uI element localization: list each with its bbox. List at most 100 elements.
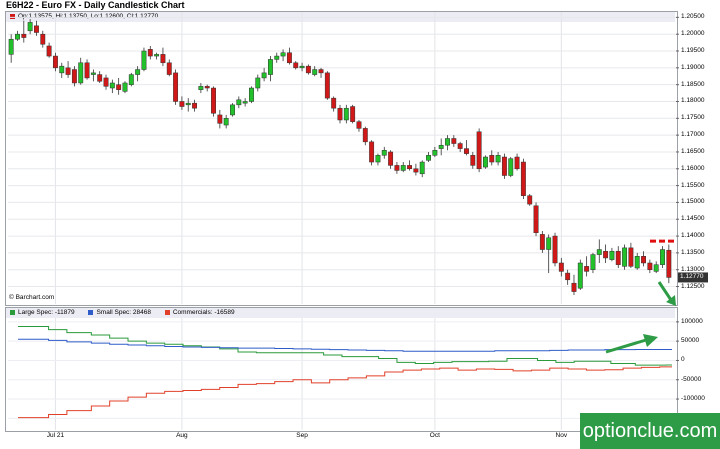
candle-down bbox=[179, 101, 185, 107]
price-tick-label: 1.15000 bbox=[681, 198, 705, 206]
cot-tick-label: 50000 bbox=[681, 337, 700, 345]
candle-up bbox=[400, 165, 406, 171]
candle-down bbox=[533, 205, 539, 233]
candle-down bbox=[147, 49, 153, 57]
x-tick-label: Nov bbox=[555, 432, 568, 439]
candle-up bbox=[8, 38, 14, 55]
cot-tick-label: -100000 bbox=[681, 395, 705, 403]
x-tick-label: Jul 21 bbox=[46, 432, 65, 439]
candle-up bbox=[267, 59, 273, 75]
candle-down bbox=[166, 62, 172, 75]
price-tick-label: 1.13000 bbox=[681, 265, 705, 273]
candle-up bbox=[230, 104, 235, 116]
price-tick-label: 1.12500 bbox=[681, 282, 705, 290]
candle-up bbox=[445, 138, 450, 146]
candle-up bbox=[312, 69, 318, 75]
chart-canvas bbox=[8, 12, 708, 430]
candle-up bbox=[249, 87, 254, 102]
price-tick-label: 1.13500 bbox=[681, 248, 705, 256]
price-tick-label: 1.20000 bbox=[681, 30, 705, 38]
price-tick-label: 1.18000 bbox=[681, 97, 705, 105]
candle-up bbox=[280, 52, 286, 57]
candle-down bbox=[539, 234, 545, 250]
candle-down bbox=[571, 282, 577, 292]
candle-down bbox=[464, 148, 469, 154]
candle-down bbox=[641, 256, 646, 264]
cot-series-large-spec bbox=[18, 325, 672, 366]
candle-up bbox=[590, 254, 596, 270]
candle-up bbox=[135, 69, 141, 75]
candle-down bbox=[52, 55, 58, 69]
candle-down bbox=[331, 97, 337, 109]
candle-up bbox=[546, 237, 552, 250]
candle-up bbox=[343, 107, 349, 121]
candle-up bbox=[78, 62, 84, 84]
candle-up bbox=[577, 262, 583, 289]
candle-down bbox=[217, 114, 223, 124]
candle-up bbox=[482, 156, 488, 168]
candle-down bbox=[603, 250, 609, 259]
price-tick-label: 1.18500 bbox=[681, 80, 705, 88]
candle-up bbox=[15, 33, 20, 40]
candle-down bbox=[173, 72, 179, 102]
candle-down bbox=[394, 165, 400, 171]
candle-down bbox=[628, 247, 634, 267]
cot-tick-label: 0 bbox=[681, 356, 685, 364]
price-tick-label: 1.17500 bbox=[681, 114, 705, 122]
up-arrow-head bbox=[643, 334, 658, 347]
candle-down bbox=[520, 161, 526, 196]
x-tick-label: Aug bbox=[176, 432, 188, 439]
candle-up bbox=[653, 264, 659, 272]
candle-up bbox=[154, 54, 160, 57]
candle-down bbox=[305, 65, 311, 74]
candle-down bbox=[470, 155, 476, 166]
candle-down bbox=[97, 74, 103, 82]
candle-down bbox=[192, 102, 198, 109]
candle-up bbox=[122, 82, 128, 92]
candle-down bbox=[116, 84, 122, 90]
candle-down bbox=[350, 106, 356, 122]
candle-down bbox=[527, 195, 533, 205]
candle-down bbox=[413, 168, 419, 173]
price-tick-label: 1.16500 bbox=[681, 147, 705, 155]
candle-down bbox=[46, 45, 52, 57]
x-tick-label: Oct bbox=[429, 432, 440, 439]
candle-down bbox=[558, 262, 564, 272]
candle-up bbox=[299, 65, 305, 69]
candle-down bbox=[457, 143, 463, 149]
candle-down bbox=[476, 131, 482, 170]
candle-down bbox=[103, 77, 109, 87]
watermark-badge: optionclue.com bbox=[580, 413, 720, 449]
up-arrow-shaft bbox=[605, 338, 647, 354]
candle-up bbox=[255, 77, 261, 89]
candle-up bbox=[432, 150, 438, 156]
down-arrow-shaft bbox=[657, 281, 673, 301]
candle-up bbox=[419, 161, 425, 175]
price-tick-label: 1.20500 bbox=[681, 13, 705, 21]
candle-down bbox=[324, 72, 330, 99]
price-tick-label: 1.17000 bbox=[681, 131, 705, 139]
candle-down bbox=[451, 138, 457, 144]
candle-up bbox=[660, 249, 665, 265]
candle-down bbox=[514, 156, 520, 170]
candle-down bbox=[40, 33, 46, 45]
cot-tick-label: -50000 bbox=[681, 375, 702, 383]
candle-down bbox=[337, 107, 343, 121]
candle-down bbox=[34, 25, 39, 33]
candle-up bbox=[596, 249, 602, 255]
price-tick-label: 1.15500 bbox=[681, 181, 705, 189]
candle-up bbox=[375, 155, 381, 163]
cot-series-commercials bbox=[18, 366, 672, 419]
candle-down bbox=[565, 272, 571, 281]
candle-down bbox=[615, 250, 621, 265]
candle-up bbox=[185, 102, 191, 106]
cot-tick-label: 100000 bbox=[681, 317, 703, 325]
candle-down bbox=[71, 69, 77, 84]
candle-down bbox=[362, 128, 368, 143]
candle-down bbox=[160, 54, 166, 64]
price-tick-label: 1.16000 bbox=[681, 164, 705, 172]
candle-down bbox=[501, 156, 507, 176]
price-tick-label: 1.14000 bbox=[681, 232, 705, 240]
candle-down bbox=[552, 235, 558, 264]
x-tick-label: Sep bbox=[296, 432, 308, 439]
